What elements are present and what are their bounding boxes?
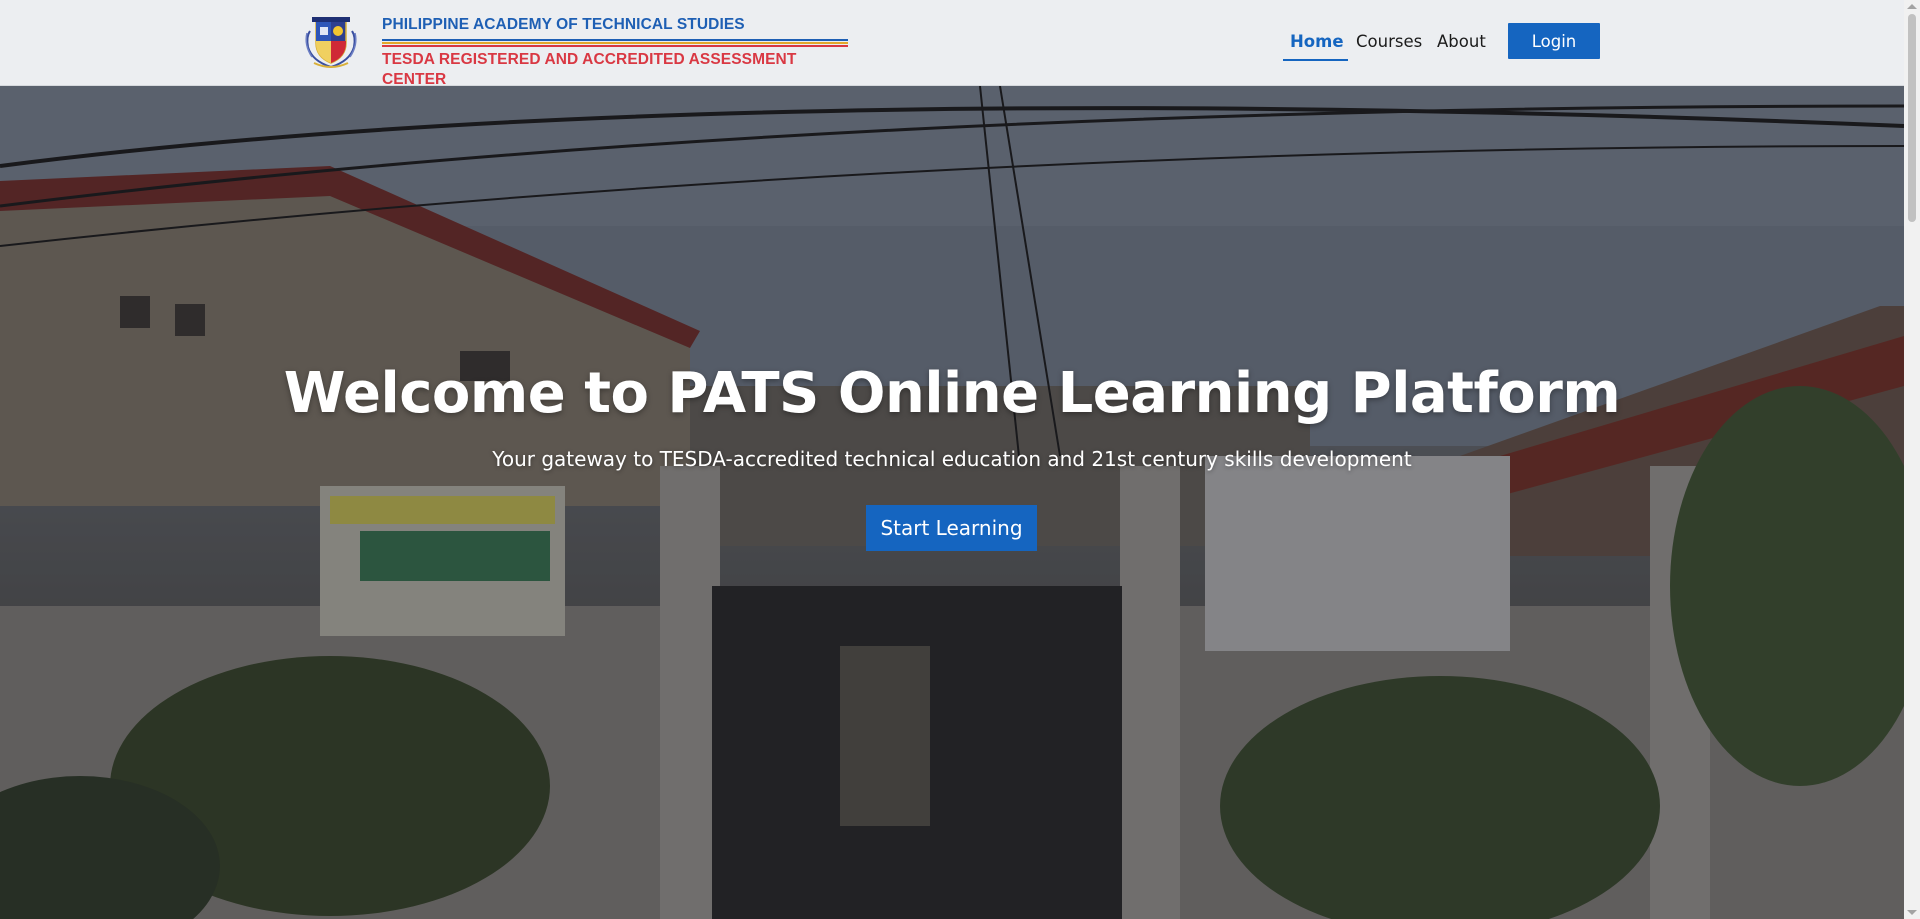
hero-overlay (0, 86, 1904, 919)
hero-section: Welcome to PATS Online Learning Platform… (0, 86, 1904, 919)
scroll-up-arrow-icon[interactable] (1907, 4, 1917, 9)
start-learning-button[interactable]: Start Learning (866, 505, 1037, 551)
hero-title: Welcome to PATS Online Learning Platform (283, 361, 1621, 426)
main-nav: Home Courses About Login (0, 22, 1904, 62)
nav-courses-link[interactable]: Courses (1356, 32, 1422, 51)
page-scrollbar[interactable] (1904, 0, 1920, 919)
nav-about-link[interactable]: About (1437, 32, 1486, 51)
site-header: PHILIPPINE ACADEMY OF TECHNICAL STUDIES … (0, 0, 1904, 88)
nav-home-link[interactable]: Home (1290, 32, 1344, 51)
scrollbar-thumb[interactable] (1908, 14, 1916, 222)
active-nav-indicator (1283, 59, 1348, 61)
scroll-down-arrow-icon[interactable] (1907, 910, 1917, 915)
login-button[interactable]: Login (1508, 23, 1600, 59)
hero-subtitle: Your gateway to TESDA-accredited technic… (492, 447, 1412, 471)
